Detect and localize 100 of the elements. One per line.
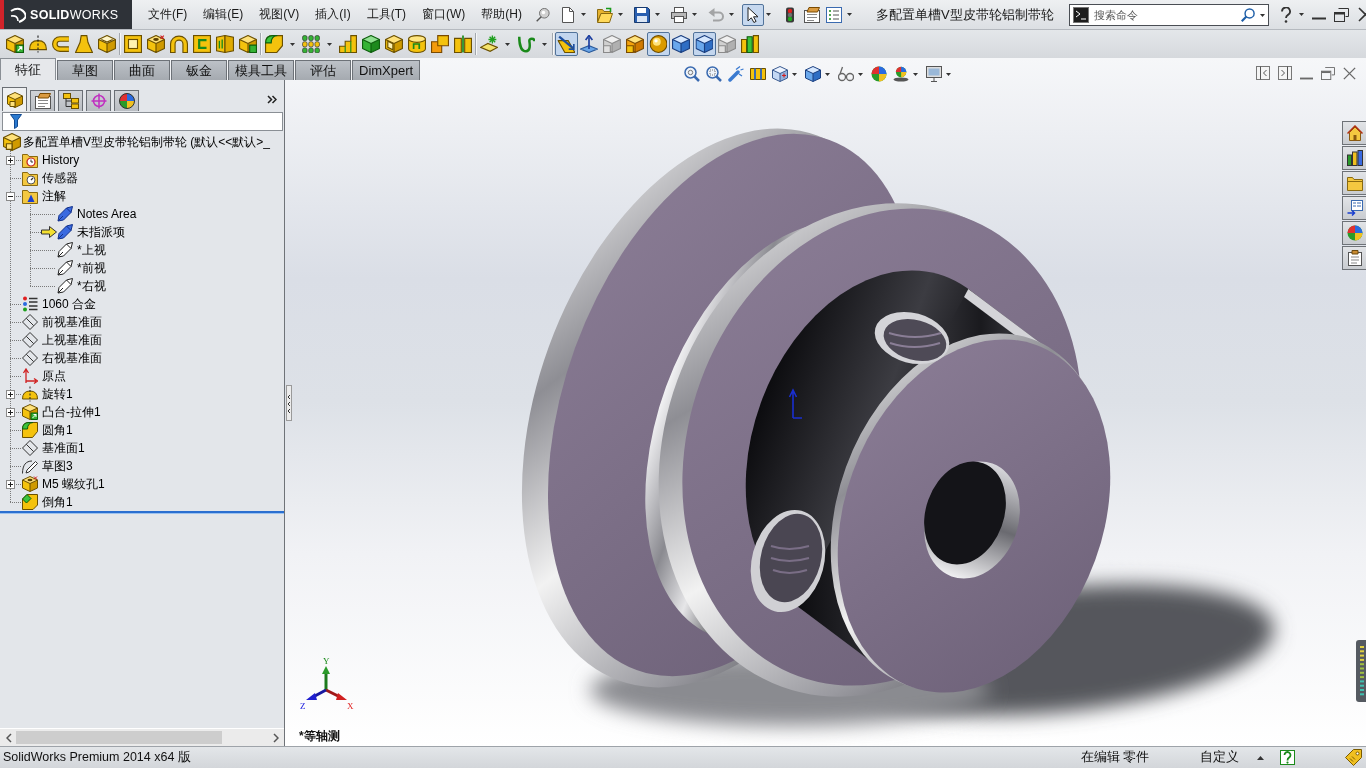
command-tab[interactable]: 钣金 — [171, 60, 227, 80]
tree-item[interactable]: 倒角1 — [42, 493, 73, 511]
printer-icon[interactable] — [671, 6, 687, 23]
caret-icon[interactable] — [1257, 755, 1264, 760]
expand-icon[interactable] — [6, 389, 15, 399]
tree-item[interactable]: 注解 — [42, 187, 66, 205]
minimize-icon[interactable] — [1311, 17, 1326, 20]
menu-item[interactable]: 文件(F) — [140, 6, 196, 23]
ball-stage-icon[interactable] — [893, 66, 910, 82]
stacked-cubes-icon[interactable] — [626, 35, 644, 53]
arch-icon[interactable] — [170, 35, 188, 53]
cube-icon[interactable] — [692, 32, 716, 56]
wand-icon[interactable] — [728, 66, 745, 82]
open-box-icon[interactable] — [98, 35, 116, 53]
square-frame-icon[interactable] — [124, 35, 142, 53]
step-block-icon[interactable] — [339, 35, 357, 53]
property-sheet-icon[interactable] — [804, 6, 820, 23]
caret-icon[interactable] — [1259, 13, 1265, 17]
command-tab[interactable]: 草图 — [57, 60, 113, 80]
c-shape-icon[interactable] — [52, 35, 70, 53]
tree-item[interactable]: *前视 — [77, 259, 106, 277]
expand-icon[interactable] — [6, 155, 15, 165]
c-frame-icon[interactable] — [193, 35, 211, 53]
pushpin-icon[interactable] — [536, 7, 550, 22]
expand-icon[interactable] — [6, 479, 15, 489]
expand-icon[interactable] — [6, 407, 15, 417]
help-icon[interactable] — [1280, 6, 1291, 23]
bell-icon[interactable] — [75, 35, 93, 53]
caret-icon[interactable] — [1298, 13, 1304, 16]
glasses-icon[interactable] — [838, 66, 855, 82]
command-tab[interactable]: 评估 — [295, 60, 351, 80]
command-tab[interactable]: 曲面 — [114, 60, 170, 80]
units-selector[interactable]: 自定义 — [1200, 749, 1239, 766]
filter-field[interactable] — [2, 112, 283, 131]
close-icon[interactable] — [1343, 66, 1356, 80]
tree-item[interactable]: Notes Area — [77, 205, 137, 223]
rounded-block-icon[interactable] — [265, 35, 283, 53]
view-cube-icon[interactable] — [772, 66, 789, 82]
tree-item[interactable]: 基准面1 — [42, 439, 85, 457]
box-arrow-icon[interactable] — [6, 35, 24, 53]
zoom-icon[interactable] — [706, 66, 723, 82]
caret-icon[interactable] — [618, 13, 623, 16]
box-tab-icon[interactable] — [239, 35, 257, 53]
tree-item[interactable]: 未指派项 — [77, 223, 125, 241]
sparkle-plane-icon[interactable] — [480, 35, 498, 53]
caret-icon[interactable] — [946, 72, 952, 76]
monitor-icon[interactable] — [926, 66, 943, 82]
tree-item[interactable]: 凸台-拉伸1 — [42, 403, 101, 421]
caret-icon[interactable] — [825, 72, 831, 76]
caret-icon[interactable] — [729, 13, 734, 16]
hollow-cube-icon[interactable] — [385, 35, 403, 53]
cube-icon[interactable] — [805, 66, 822, 82]
menu-item[interactable]: 工具(T) — [358, 6, 414, 23]
collapse-icon[interactable] — [6, 191, 15, 201]
cylinder-icon[interactable] — [408, 35, 426, 53]
command-tab[interactable]: 模具工具 — [228, 60, 294, 80]
tree-item[interactable]: 传感器 — [42, 169, 78, 187]
caret-icon[interactable] — [581, 13, 586, 16]
page-icon[interactable] — [560, 6, 576, 23]
scroll-left-icon[interactable] — [6, 732, 12, 743]
menu-item[interactable]: 窗口(W) — [414, 6, 474, 23]
dome-axis-icon[interactable] — [29, 35, 47, 53]
tile-right-icon[interactable] — [1278, 66, 1292, 80]
mirrored-blocks-icon[interactable] — [454, 35, 472, 53]
search-icon[interactable] — [1240, 7, 1255, 22]
tag-icon[interactable] — [1345, 749, 1362, 766]
caret-icon[interactable] — [655, 13, 660, 16]
tree-item[interactable]: M5 螺纹孔1 — [42, 475, 105, 493]
tree-item[interactable]: History — [42, 151, 80, 169]
tree-item[interactable]: 草图3 — [42, 457, 73, 475]
cube-icon[interactable] — [672, 35, 690, 53]
restore-icon[interactable] — [1333, 7, 1349, 22]
tree-item[interactable]: *上视 — [77, 241, 106, 259]
tree-item[interactable]: 原点 — [42, 367, 66, 385]
caret-icon[interactable] — [541, 42, 547, 46]
double-chevron-icon[interactable] — [267, 94, 277, 104]
checklist-icon[interactable] — [826, 6, 842, 23]
color-ball-icon[interactable] — [871, 66, 888, 82]
caret-icon[interactable] — [847, 13, 852, 16]
wedge-block-icon[interactable] — [362, 35, 380, 53]
menu-item[interactable]: 编辑(E) — [195, 6, 252, 23]
sphere-icon[interactable] — [646, 32, 670, 56]
caret-icon[interactable] — [289, 42, 295, 46]
scrollbar-thumb[interactable] — [16, 731, 222, 744]
menu-item[interactable]: 插入(I) — [307, 6, 359, 23]
splitter-handle[interactable] — [286, 385, 292, 421]
axis-arrow-icon[interactable] — [580, 35, 598, 53]
rollback-bar[interactable] — [0, 511, 284, 514]
section-cylinder-icon[interactable] — [750, 66, 767, 82]
zoom-icon[interactable] — [684, 66, 701, 82]
columns-icon[interactable] — [741, 35, 759, 53]
meter-tab-icon[interactable] — [1356, 640, 1366, 702]
tree-item[interactable]: 前视基准面 — [42, 313, 102, 331]
caret-icon[interactable] — [504, 42, 510, 46]
caret-icon[interactable] — [913, 72, 919, 76]
horizontal-scrollbar[interactable] — [0, 728, 284, 746]
cursor-icon[interactable] — [742, 3, 764, 26]
command-tab[interactable]: DimXpert — [352, 60, 421, 80]
command-tab[interactable]: 特征 — [0, 58, 56, 80]
tile-left-icon[interactable] — [1256, 66, 1270, 80]
